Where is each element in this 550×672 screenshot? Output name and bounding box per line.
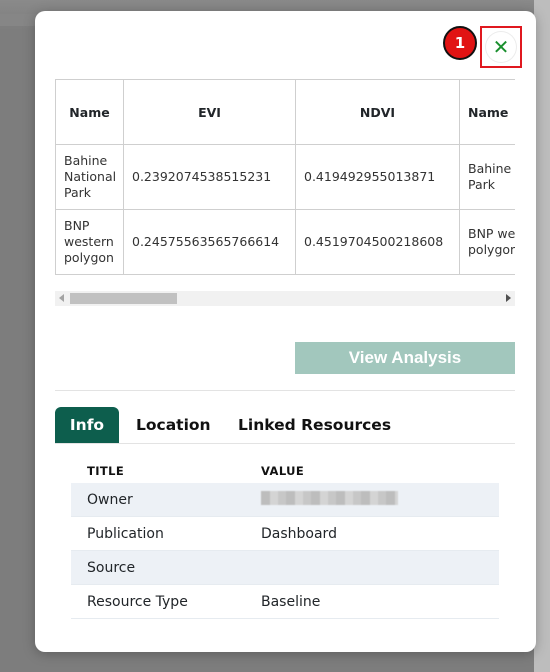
results-table-container[interactable]: Name EVI NDVI Name Bahine National Park … <box>55 79 515 276</box>
info-table: TITLE VALUE Owner Publication Dashboard … <box>71 459 499 619</box>
info-row-publication: Publication Dashboard <box>71 517 499 551</box>
close-icon: ✕ <box>492 35 510 59</box>
table-row: Bahine National Park 0.2392074538515231 … <box>55 144 515 210</box>
title-column-header: TITLE <box>87 464 125 478</box>
table-horizontal-scrollbar[interactable] <box>55 291 515 306</box>
tab-location[interactable]: Location <box>136 407 211 443</box>
close-button[interactable]: ✕ <box>486 32 516 62</box>
info-title: Publication <box>87 525 164 542</box>
scroll-right-icon[interactable] <box>506 294 511 302</box>
info-value-owner <box>261 490 499 509</box>
info-row-source: Source <box>71 551 499 585</box>
table-cell: BNP western polygon <box>55 209 124 275</box>
table-cell: Bahine National Park <box>459 144 515 210</box>
info-value: Dashboard <box>261 525 337 542</box>
table-cell: 0.2392074538515231 <box>123 144 296 210</box>
close-highlight: ✕ <box>480 26 522 68</box>
info-title: Owner <box>87 491 133 508</box>
resource-tabs: Info Location Linked Resources <box>55 407 515 444</box>
column-header-name: Name <box>55 79 124 145</box>
section-divider <box>55 390 515 391</box>
resource-modal: 1 ✕ Name EVI NDVI Name Bahine National P… <box>35 11 536 652</box>
page-scrollbar[interactable] <box>534 0 550 672</box>
column-header-ndvi: NDVI <box>295 79 460 145</box>
scroll-left-icon[interactable] <box>59 294 64 302</box>
info-header-row: TITLE VALUE <box>71 459 499 483</box>
table-cell: 0.4519704500218608 <box>295 209 460 275</box>
column-header-name-2: Name <box>459 79 515 145</box>
info-row-resource-type: Resource Type Baseline <box>71 585 499 619</box>
info-title: Source <box>87 559 136 576</box>
info-title: Resource Type <box>87 593 188 610</box>
scrollbar-thumb[interactable] <box>70 293 177 304</box>
table-cell: Bahine National Park <box>55 144 124 210</box>
column-header-evi: EVI <box>123 79 296 145</box>
info-value: Baseline <box>261 593 321 610</box>
tab-linked-resources[interactable]: Linked Resources <box>238 407 391 443</box>
table-cell: 0.24575563565766614 <box>123 209 296 275</box>
step-badge: 1 <box>443 26 477 60</box>
results-table: Name EVI NDVI Name Bahine National Park … <box>55 79 515 275</box>
table-header-row: Name EVI NDVI Name <box>55 79 515 145</box>
info-row-owner: Owner <box>71 483 499 517</box>
table-cell: BNP western polygon <box>459 209 515 275</box>
table-row: BNP western polygon 0.24575563565766614 … <box>55 209 515 275</box>
value-column-header: VALUE <box>261 464 305 478</box>
redacted-owner <box>261 490 398 505</box>
table-cell: 0.419492955013871 <box>295 144 460 210</box>
tab-info[interactable]: Info <box>55 407 119 443</box>
view-analysis-button[interactable]: View Analysis <box>295 342 515 374</box>
